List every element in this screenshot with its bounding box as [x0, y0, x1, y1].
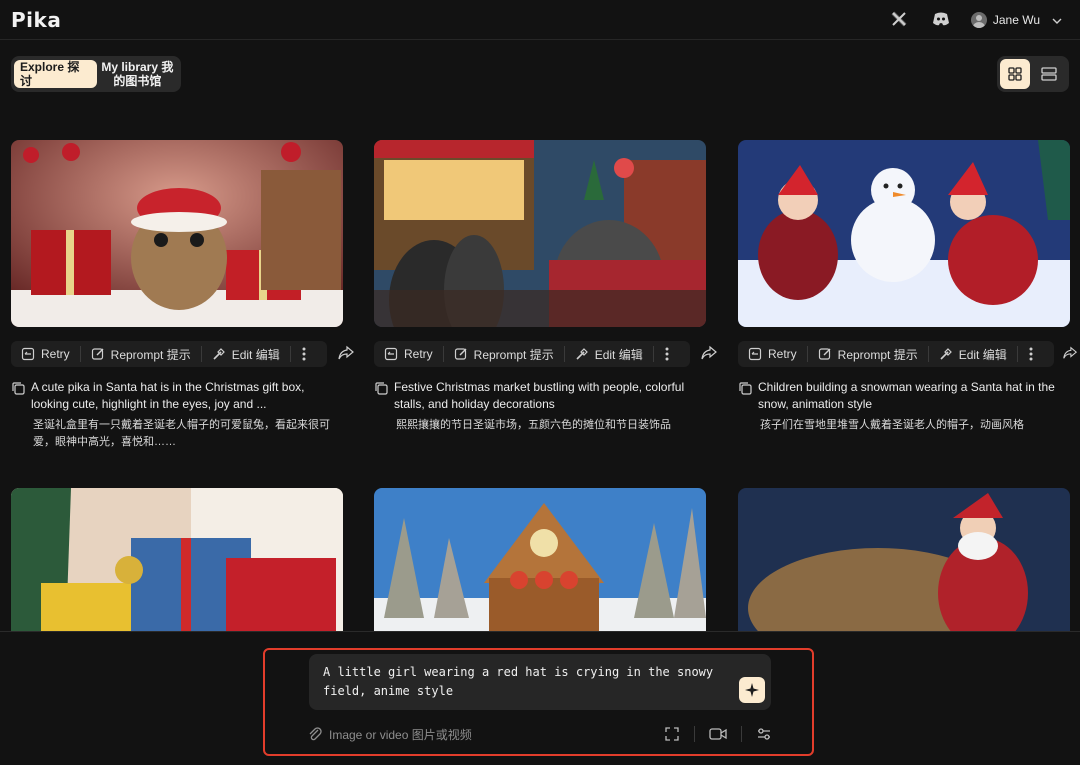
- retry-button[interactable]: Retry: [738, 341, 807, 367]
- reprompt-button[interactable]: Reprompt 提示: [81, 341, 201, 367]
- edit-pencil-icon: [818, 348, 831, 360]
- magic-wand-icon: [576, 348, 588, 360]
- edit-label: Edit 编辑: [231, 347, 280, 362]
- more-vertical-icon: [665, 347, 669, 361]
- list-view-button[interactable]: [1034, 59, 1064, 89]
- share-icon[interactable]: [700, 345, 718, 364]
- retry-icon: [384, 347, 398, 361]
- reprompt-label: Reprompt 提示: [837, 347, 918, 362]
- retry-label: Retry: [404, 347, 433, 361]
- copy-icon[interactable]: [738, 381, 752, 395]
- video-thumbnail[interactable]: [374, 488, 706, 631]
- paperclip-icon[interactable]: [307, 726, 323, 742]
- edit-button[interactable]: Edit 编辑: [565, 341, 653, 367]
- edit-button[interactable]: Edit 编辑: [202, 341, 290, 367]
- sparkle-icon: [745, 683, 759, 697]
- prompt-input[interactable]: A little girl wearing a red hat is cryin…: [309, 654, 771, 710]
- share-icon[interactable]: [337, 345, 355, 364]
- retry-button[interactable]: Retry: [374, 341, 443, 367]
- grid-view-icon: [1008, 67, 1022, 81]
- magic-wand-icon: [940, 348, 952, 360]
- view-toggle: [997, 56, 1069, 92]
- retry-label: Retry: [768, 347, 797, 361]
- prompt-text-en: Children building a snowman wearing a Sa…: [758, 380, 1055, 411]
- video-card: [374, 488, 706, 631]
- divider: [741, 726, 742, 742]
- grid-view-button[interactable]: [1000, 59, 1030, 89]
- pika-logo[interactable]: Pika: [11, 8, 61, 32]
- x-logo-icon[interactable]: [890, 10, 910, 30]
- video-card: Retry Reprompt 提示 Edit 编辑 Festive Christ…: [374, 140, 717, 434]
- prompt-row: Festive Christmas market bustling with p…: [374, 379, 706, 413]
- prompt-composer: A little girl wearing a red hat is cryin…: [263, 648, 814, 756]
- more-options-button[interactable]: [654, 341, 680, 367]
- retry-icon: [748, 347, 762, 361]
- reprompt-label: Reprompt 提示: [473, 347, 554, 362]
- retry-label: Retry: [41, 347, 70, 361]
- prompt-row: A cute pika in Santa hat is in the Chris…: [11, 379, 343, 413]
- copy-icon[interactable]: [374, 381, 388, 395]
- card-actions: Retry Reprompt 提示 Edit 编辑: [738, 341, 1078, 367]
- composer-toolbar: Image or video 图片或视频: [307, 722, 772, 746]
- edit-label: Edit 编辑: [958, 347, 1007, 362]
- aspect-ratio-icon[interactable]: [664, 726, 680, 742]
- video-thumbnail[interactable]: [11, 488, 343, 631]
- video-card: Retry Reprompt 提示 Edit 编辑 Children build…: [738, 140, 1078, 434]
- video-card: [11, 488, 343, 631]
- edit-pencil-icon: [91, 348, 104, 360]
- prompt-text-en: Festive Christmas market bustling with p…: [394, 380, 685, 411]
- reprompt-label: Reprompt 提示: [110, 347, 191, 362]
- reprompt-button[interactable]: Reprompt 提示: [808, 341, 928, 367]
- edit-button[interactable]: Edit 编辑: [929, 341, 1017, 367]
- divider: [694, 726, 695, 742]
- retry-icon: [21, 347, 35, 361]
- edit-pencil-icon: [454, 348, 467, 360]
- user-menu[interactable]: Jane Wu: [970, 10, 1062, 30]
- user-name: Jane Wu: [992, 13, 1040, 27]
- video-thumbnail[interactable]: [738, 140, 1070, 327]
- attach-media-button[interactable]: Image or video 图片或视频: [329, 726, 472, 743]
- magic-wand-icon: [213, 348, 225, 360]
- video-camera-icon[interactable]: [709, 727, 727, 741]
- settings-sliders-icon[interactable]: [756, 726, 772, 742]
- card-actions: Retry Reprompt 提示 Edit 编辑: [374, 341, 717, 367]
- prompt-text-zh: 圣诞礼盒里有一只戴着圣诞老人帽子的可爱鼠兔，看起来很可爱，眼神中高光，喜悦和……: [33, 419, 330, 448]
- edit-label: Edit 编辑: [594, 347, 643, 362]
- prompt-text-en: A cute pika in Santa hat is in the Chris…: [31, 380, 305, 411]
- discord-icon[interactable]: [931, 10, 951, 30]
- copy-icon[interactable]: [11, 381, 25, 395]
- tab-explore[interactable]: Explore 探讨: [14, 60, 97, 88]
- video-thumbnail[interactable]: [738, 488, 1070, 631]
- share-icon[interactable]: [1062, 345, 1078, 364]
- list-view-icon: [1041, 67, 1057, 81]
- top-bar: Pika Jane Wu: [0, 0, 1080, 40]
- more-options-button[interactable]: [1018, 341, 1044, 367]
- more-vertical-icon: [1029, 347, 1033, 361]
- retry-button[interactable]: Retry: [11, 341, 80, 367]
- prompt-text-zh: 熙熙攘攘的节日圣诞市场，五颜六色的摊位和节日装饰品: [396, 419, 671, 431]
- video-card: [738, 488, 1070, 631]
- card-actions: Retry Reprompt 提示 Edit 编辑: [11, 341, 354, 367]
- library-tabs: Explore 探讨 My library 我的图书馆: [11, 56, 181, 92]
- video-thumbnail[interactable]: [374, 140, 706, 327]
- chevron-down-icon: [1052, 11, 1062, 29]
- avatar: [970, 12, 987, 28]
- more-vertical-icon: [302, 347, 306, 361]
- tab-my-library[interactable]: My library 我的图书馆: [97, 58, 178, 90]
- more-options-button[interactable]: [291, 341, 317, 367]
- video-thumbnail[interactable]: [11, 140, 343, 327]
- generate-button[interactable]: [739, 677, 765, 703]
- video-card: Retry Reprompt 提示 Edit 编辑 A cute pika in…: [11, 140, 354, 451]
- reprompt-button[interactable]: Reprompt 提示: [444, 341, 564, 367]
- prompt-text-zh: 孩子们在雪地里堆雪人戴着圣诞老人的帽子，动画风格: [760, 419, 1024, 431]
- prompt-row: Children building a snowman wearing a Sa…: [738, 379, 1070, 413]
- prompt-input-text: A little girl wearing a red hat is cryin…: [323, 665, 714, 698]
